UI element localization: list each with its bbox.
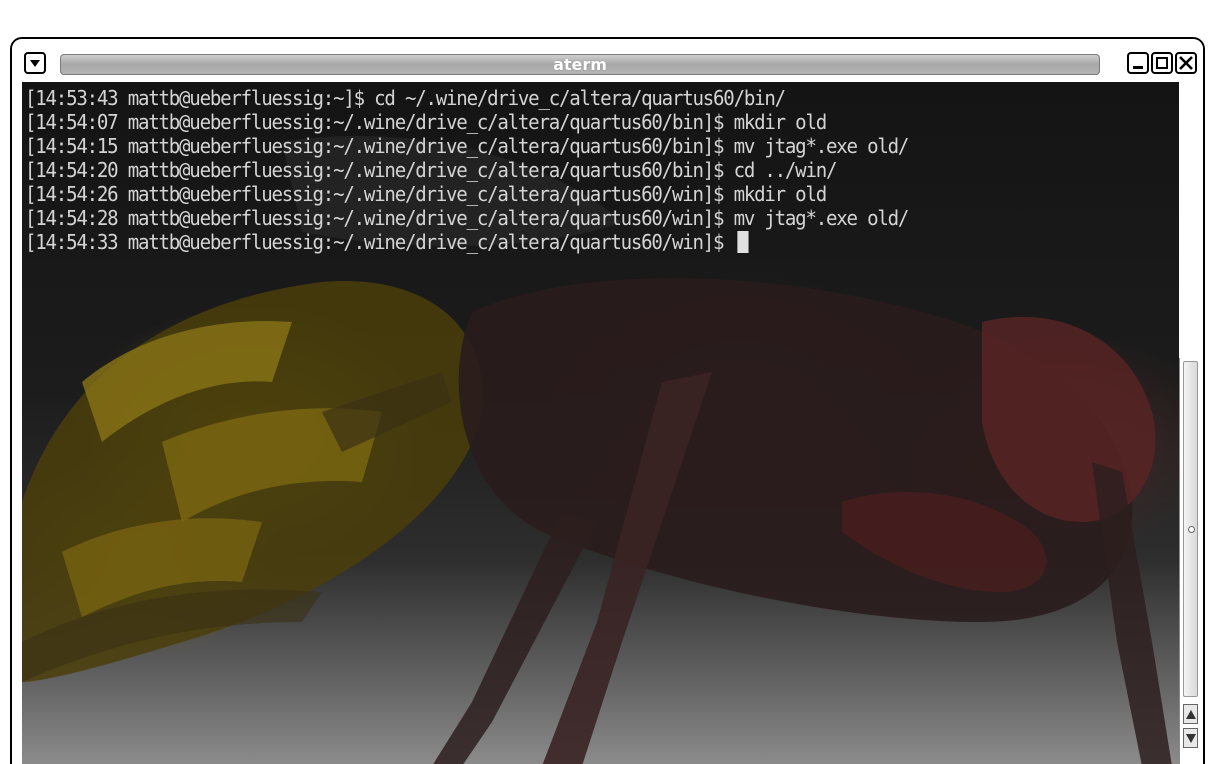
terminal-line: [14:54:20 mattb@ueberfluessig:~/.wine/dr… bbox=[25, 158, 837, 182]
terminal-line: [14:54:26 mattb@ueberfluessig:~/.wine/dr… bbox=[25, 182, 827, 206]
terminal-line: [14:54:15 mattb@ueberfluessig:~/.wine/dr… bbox=[25, 134, 909, 158]
prompt-text: [14:54:33 mattb@ueberfluessig:~/.wine/dr… bbox=[25, 230, 734, 254]
terminal-prompt-line: [14:54:33 mattb@ueberfluessig:~/.wine/dr… bbox=[25, 230, 908, 254]
scroll-up-button[interactable] bbox=[1183, 704, 1198, 724]
close-button[interactable] bbox=[1175, 52, 1197, 74]
vertical-scrollbar[interactable] bbox=[1179, 358, 1201, 764]
grip-icon bbox=[1188, 526, 1195, 533]
window-title: aterm bbox=[553, 55, 607, 74]
terminal-output[interactable]: [14:53:43 mattb@ueberfluessig:~]$ cd ~/.… bbox=[22, 82, 1179, 764]
terminal-line: [14:54:28 mattb@ueberfluessig:~/.wine/dr… bbox=[25, 206, 909, 230]
scroll-down-button[interactable] bbox=[1183, 728, 1198, 748]
window-menu-button[interactable] bbox=[24, 52, 46, 74]
title-track[interactable]: aterm bbox=[60, 54, 1100, 75]
close-icon bbox=[1179, 56, 1193, 70]
minimize-button[interactable] bbox=[1127, 52, 1149, 74]
scrollbar-thumb[interactable] bbox=[1183, 361, 1198, 697]
text-cursor bbox=[737, 231, 749, 253]
terminal-line: [14:54:07 mattb@ueberfluessig:~/.wine/dr… bbox=[25, 110, 827, 134]
terminal-window: aterm [14:53:43 mattb@ueberfluessig:~]$ … bbox=[10, 37, 1205, 764]
titlebar[interactable]: aterm bbox=[12, 39, 1203, 82]
maximize-button[interactable] bbox=[1151, 52, 1173, 74]
terminal-lines: [14:53:43 mattb@ueberfluessig:~]$ cd ~/.… bbox=[25, 86, 975, 254]
window-controls bbox=[1127, 52, 1197, 74]
terminal-line: [14:53:43 mattb@ueberfluessig:~]$ cd ~/.… bbox=[25, 86, 786, 110]
